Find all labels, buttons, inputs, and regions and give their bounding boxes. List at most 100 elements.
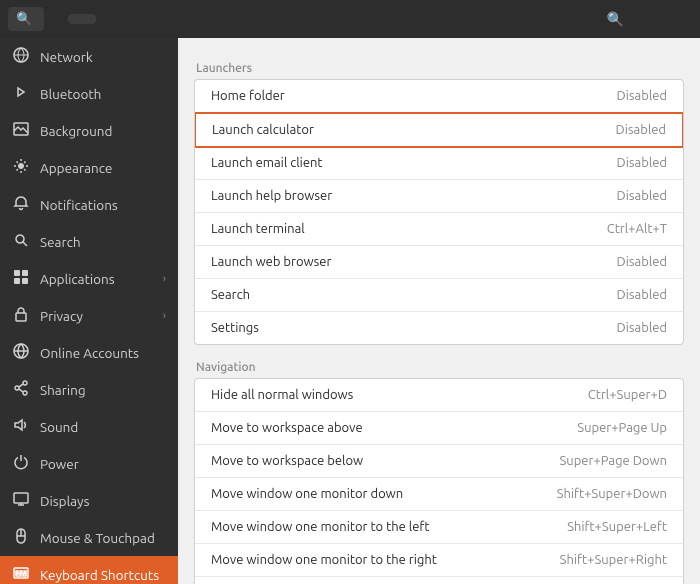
shortcut-key: Disabled — [617, 288, 667, 302]
sidebar-item-bluetooth[interactable]: Bluetooth — [0, 75, 178, 112]
shortcut-key: Disabled — [617, 89, 667, 103]
sidebar-item-network[interactable]: Network — [0, 38, 178, 75]
titlebar-left: 🔍 — [8, 7, 188, 31]
background-icon — [12, 121, 30, 140]
shortcut-row[interactable]: Hide all normal windowsCtrl+Super+D — [195, 379, 683, 412]
shortcut-name: Launch help browser — [211, 189, 617, 203]
shortcuts-table-navigation: Hide all normal windowsCtrl+Super+DMove … — [194, 378, 684, 584]
shortcut-name: Home folder — [211, 89, 617, 103]
shortcut-row[interactable]: Move to workspace belowSuper+Page Down — [195, 445, 683, 478]
shortcut-name: Launch terminal — [211, 222, 607, 236]
sidebar-label-network: Network — [40, 49, 166, 65]
displays-icon — [12, 491, 30, 510]
shortcut-key: Super+Page Down — [559, 454, 667, 468]
shortcut-row[interactable]: Home folderDisabled — [195, 80, 683, 113]
online-accounts-icon — [12, 343, 30, 362]
sharing-icon — [12, 380, 30, 399]
shortcut-name: Move window one monitor down — [211, 487, 557, 501]
titlebar: 🔍 🔍 — [0, 0, 700, 38]
sidebar-label-privacy: Privacy — [40, 308, 153, 324]
sidebar-item-appearance[interactable]: Appearance — [0, 149, 178, 186]
titlebar-search-btn2[interactable]: 🔍 — [599, 7, 632, 32]
sidebar-item-power[interactable]: Power — [0, 445, 178, 482]
sidebar-label-online-accounts: Online Accounts — [40, 345, 166, 361]
shortcut-name: Move to workspace above — [211, 421, 577, 435]
section-title-launchers: Launchers — [194, 62, 684, 75]
sidebar-label-applications: Applications — [40, 271, 153, 287]
privacy-icon — [12, 306, 30, 325]
shortcut-key: Shift+Super+Right — [560, 553, 667, 567]
sidebar-label-bluetooth: Bluetooth — [40, 86, 166, 102]
maximize-button[interactable] — [656, 15, 672, 23]
sidebar-item-online-accounts[interactable]: Online Accounts — [0, 334, 178, 371]
shortcut-row[interactable]: Launch calculatorDisabled — [194, 112, 684, 148]
shortcut-row[interactable]: Launch terminalCtrl+Alt+T — [195, 213, 683, 246]
shortcut-key: Shift+Super+Down — [557, 487, 667, 501]
shortcut-row[interactable]: Move window one monitor to the rightShif… — [195, 544, 683, 577]
shortcut-name: Hide all normal windows — [211, 388, 588, 402]
minimize-button[interactable] — [636, 15, 652, 23]
shortcut-key: Disabled — [617, 255, 667, 269]
sidebar-item-background[interactable]: Background — [0, 112, 178, 149]
sidebar-item-applications[interactable]: Applications › — [0, 260, 178, 297]
sidebar-item-sharing[interactable]: Sharing — [0, 371, 178, 408]
search-icon2: 🔍 — [607, 11, 624, 27]
shortcut-row[interactable]: Launch help browserDisabled — [195, 180, 683, 213]
search-icon: 🔍 — [16, 11, 32, 27]
network-icon — [12, 47, 30, 66]
shortcut-row[interactable]: Move to workspace aboveSuper+Page Up — [195, 412, 683, 445]
sidebar-arrow-privacy: › — [163, 310, 166, 322]
power-icon — [12, 454, 30, 473]
sidebar-label-displays: Displays — [40, 493, 166, 509]
bluetooth-icon — [12, 84, 30, 103]
close-button[interactable] — [676, 15, 692, 23]
mouse-touchpad-icon — [12, 528, 30, 547]
shortcut-name: Launch email client — [211, 156, 617, 170]
shortcut-name: Move window one monitor to the left — [211, 520, 567, 534]
sound-icon — [12, 417, 30, 436]
sidebar-item-mouse-touchpad[interactable]: Mouse & Touchpad — [0, 519, 178, 556]
sidebar-label-sound: Sound — [40, 419, 166, 435]
sidebar-label-power: Power — [40, 456, 166, 472]
sidebar-label-background: Background — [40, 123, 166, 139]
sidebar-item-notifications[interactable]: Notifications — [0, 186, 178, 223]
shortcut-row[interactable]: Move window one monitor to the leftShift… — [195, 511, 683, 544]
shortcut-row[interactable]: Move window one monitor upShift+Super+Up — [195, 577, 683, 584]
section-title-navigation: Navigation — [194, 361, 684, 374]
shortcut-key: Disabled — [617, 156, 667, 170]
shortcut-key: Ctrl+Alt+T — [607, 222, 667, 236]
applications-icon — [12, 269, 30, 288]
sidebar-label-search: Search — [40, 234, 166, 250]
shortcut-row[interactable]: SettingsDisabled — [195, 312, 683, 344]
sidebar-label-sharing: Sharing — [40, 382, 166, 398]
sidebar-item-privacy[interactable]: Privacy › — [0, 297, 178, 334]
reset-all-button[interactable] — [68, 14, 96, 24]
sidebar-arrow-applications: › — [163, 273, 166, 285]
shortcut-row[interactable]: Move window one monitor downShift+Super+… — [195, 478, 683, 511]
titlebar-search-button[interactable]: 🔍 — [8, 7, 44, 31]
keyboard-shortcuts-icon — [12, 565, 30, 584]
shortcut-row[interactable]: Launch email clientDisabled — [195, 147, 683, 180]
main-layout: Network Bluetooth Background AppearanceNoti… — [0, 38, 700, 584]
shortcut-key: Shift+Super+Left — [567, 520, 667, 534]
shortcut-name: Move to workspace below — [211, 454, 559, 468]
sidebar-label-keyboard-shortcuts: Keyboard Shortcuts — [40, 567, 166, 583]
sidebar-label-mouse-touchpad: Mouse & Touchpad — [40, 530, 166, 546]
hamburger-button[interactable] — [50, 15, 62, 23]
shortcut-row[interactable]: SearchDisabled — [195, 279, 683, 312]
shortcut-row[interactable]: Launch web browserDisabled — [195, 246, 683, 279]
shortcut-name: Move window one monitor to the right — [211, 553, 560, 567]
notifications-icon — [12, 195, 30, 214]
sidebar-item-search[interactable]: Search — [0, 223, 178, 260]
sidebar-item-displays[interactable]: Displays — [0, 482, 178, 519]
shortcut-name: Launch calculator — [212, 123, 616, 137]
shortcut-key: Ctrl+Super+D — [588, 388, 667, 402]
sidebar-item-sound[interactable]: Sound — [0, 408, 178, 445]
titlebar-right: 🔍 — [512, 7, 692, 32]
shortcuts-table-launchers: Home folderDisabledLaunch calculatorDisa… — [194, 79, 684, 345]
shortcut-name: Search — [211, 288, 617, 302]
shortcut-key: Disabled — [617, 189, 667, 203]
content-area: LaunchersHome folderDisabledLaunch calcu… — [178, 38, 700, 584]
shortcut-key: Super+Page Up — [577, 421, 667, 435]
sidebar-item-keyboard-shortcuts[interactable]: Keyboard Shortcuts — [0, 556, 178, 584]
